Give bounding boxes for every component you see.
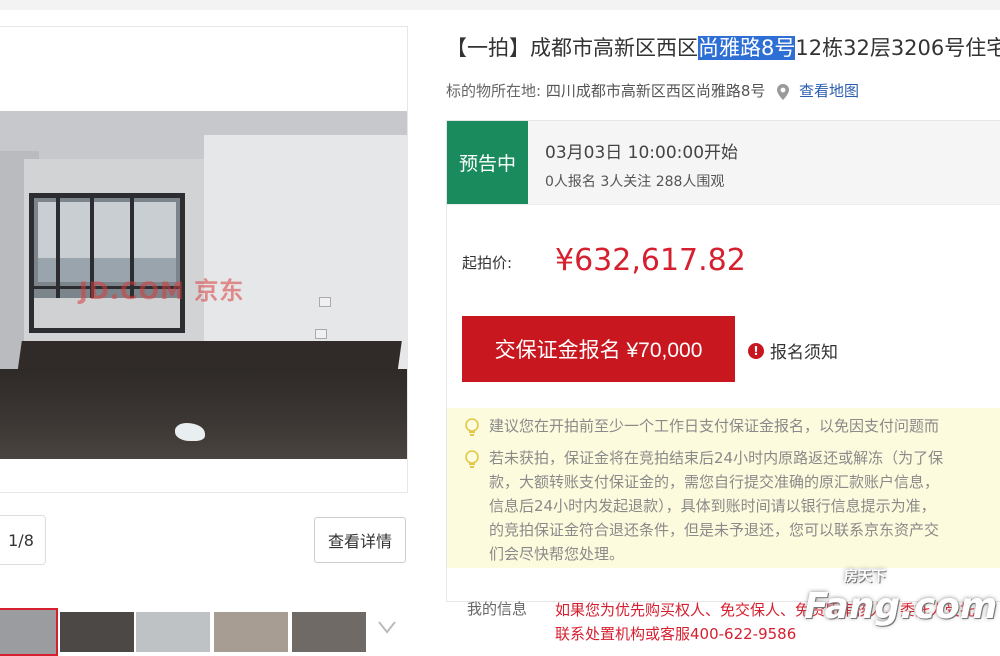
thumbnail[interactable] bbox=[60, 612, 134, 652]
thumbnail[interactable] bbox=[214, 612, 288, 652]
status-badge: 预告中 bbox=[447, 121, 528, 204]
auction-stats: 0人报名 3人关注 288人围观 bbox=[545, 174, 725, 190]
location-label: 标的物所在地: bbox=[446, 82, 542, 100]
photo-watermark: JD.COM 京东 bbox=[79, 277, 245, 305]
price-label: 起拍价: bbox=[462, 254, 513, 272]
view-details-button[interactable]: 查看详情 bbox=[314, 517, 406, 563]
image-gallery: JD.COM 京东 bbox=[0, 26, 408, 493]
start-time: 03月03日 10:00:00开始 bbox=[545, 143, 739, 163]
divider bbox=[447, 204, 1000, 205]
lightbulb-icon bbox=[465, 418, 479, 436]
photo-window bbox=[29, 193, 185, 333]
registration-notice-link[interactable]: ! 报名须知 bbox=[748, 338, 838, 363]
lightbulb-icon bbox=[465, 450, 479, 468]
location-pin-icon bbox=[777, 83, 790, 100]
thumbnail[interactable] bbox=[0, 608, 58, 656]
fang-logo-watermark: 房天下 Fang.com bbox=[804, 569, 998, 627]
location-row: 标的物所在地: 四川成都市高新区西区尚雅路8号 查看地图 bbox=[446, 80, 859, 101]
title-highlight: 尚雅路8号 bbox=[698, 36, 796, 60]
top-strip bbox=[0, 0, 1000, 10]
thumbnail[interactable] bbox=[292, 612, 366, 652]
my-info-label: 我的信息 bbox=[467, 600, 528, 618]
main-photo[interactable]: JD.COM 京东 bbox=[0, 111, 407, 459]
listing-title: 【一拍】成都市高新区西区尚雅路8号12栋32层3206号住宅 bbox=[446, 36, 1000, 60]
chevron-down-icon[interactable] bbox=[376, 616, 398, 638]
pay-deposit-register-button[interactable]: 交保证金报名 ¥70,000 bbox=[462, 316, 735, 382]
page-indicator: 1/8 bbox=[0, 515, 46, 565]
thumbnail[interactable] bbox=[136, 612, 210, 652]
starting-price: ¥632,617.82 bbox=[555, 243, 746, 278]
tips-box: 建议您在开拍前至少一个工作日支付保证金报名，以免因支付问题而 若未获拍，保证金将… bbox=[447, 408, 1000, 568]
exclamation-icon: ! bbox=[748, 342, 764, 359]
view-map-link[interactable]: 查看地图 bbox=[799, 82, 859, 100]
location-address: 四川成都市高新区西区尚雅路8号 bbox=[545, 82, 766, 100]
registration-notice-label: 报名须知 bbox=[770, 343, 838, 363]
